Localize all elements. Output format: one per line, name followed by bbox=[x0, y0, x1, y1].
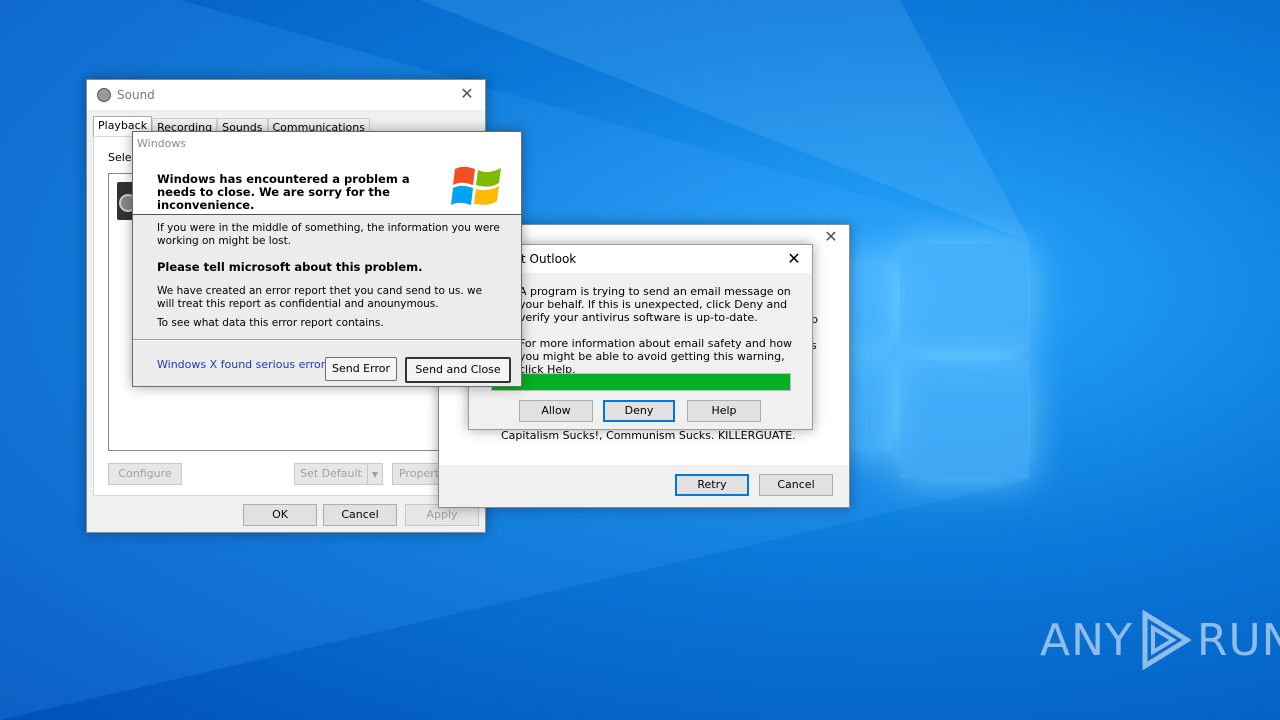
ok-button[interactable]: OK bbox=[243, 504, 317, 526]
play-icon bbox=[1142, 610, 1191, 670]
send-and-close-button[interactable]: Send and Close bbox=[405, 357, 511, 383]
retry-cancel-button[interactable]: Cancel bbox=[759, 474, 833, 496]
windows-flag-icon bbox=[451, 166, 501, 205]
watermark-run: RUN bbox=[1196, 614, 1280, 666]
send-error-button[interactable]: Send Error bbox=[325, 357, 397, 381]
speaker-icon bbox=[97, 88, 111, 102]
close-icon[interactable]: ✕ bbox=[786, 251, 802, 267]
error-para-4: To see what data this error report conta… bbox=[157, 317, 384, 329]
progress-bar bbox=[491, 373, 791, 391]
set-default-dropdown[interactable]: ▼ bbox=[367, 463, 383, 485]
sound-titlebar[interactable]: Sound ✕ bbox=[87, 80, 485, 110]
cancel-button[interactable]: Cancel bbox=[323, 504, 397, 526]
outlook-title: ft Outlook bbox=[517, 252, 577, 266]
error-dialog: Windows Windows has encountered a proble… bbox=[132, 131, 522, 387]
progress-fill bbox=[492, 374, 790, 390]
help-button[interactable]: Help bbox=[687, 400, 761, 422]
close-icon[interactable]: ✕ bbox=[459, 86, 475, 102]
chevron-down-icon: ▼ bbox=[371, 470, 379, 479]
outlook-message-1: A program is trying to send an email mes… bbox=[519, 285, 791, 324]
error-footer-text: Windows X found serious error. bbox=[157, 358, 328, 371]
error-headline: Windows has encountered a problem a need… bbox=[157, 172, 410, 212]
divider bbox=[133, 340, 521, 341]
error-para-3: We have created an error report thet you… bbox=[157, 285, 483, 310]
anyrun-watermark: ANY RUN bbox=[1040, 608, 1280, 672]
close-icon[interactable]: ✕ bbox=[823, 229, 839, 245]
allow-button[interactable]: Allow bbox=[519, 400, 593, 422]
error-para-2: Please tell microsoft about this problem… bbox=[157, 260, 423, 274]
outlook-message-2: For more information about email safety … bbox=[519, 337, 793, 376]
retry-button[interactable]: Retry bbox=[675, 474, 749, 496]
retry-caption: Capitalism Sucks!, Communism Sucks. KILL… bbox=[501, 429, 796, 442]
error-header: Windows Windows has encountered a proble… bbox=[133, 132, 521, 215]
configure-button[interactable]: Configure bbox=[108, 463, 182, 485]
deny-button[interactable]: Deny bbox=[603, 400, 675, 422]
error-title: Windows bbox=[137, 137, 187, 150]
windows-logo bbox=[848, 232, 1030, 482]
error-para-1: If you were in the middle of something, … bbox=[157, 222, 500, 247]
set-default-button[interactable]: Set Default bbox=[294, 463, 368, 485]
watermark-any: ANY bbox=[1040, 614, 1133, 666]
sound-title: Sound bbox=[117, 88, 155, 102]
